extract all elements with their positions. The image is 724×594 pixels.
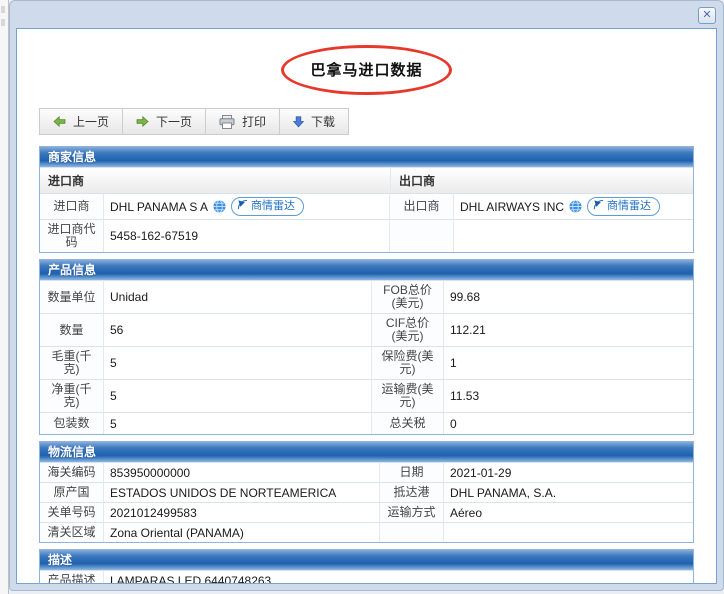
importer-group-header: 进口商 [40,167,390,193]
field-label: FOB总价(美元) [372,280,444,313]
empty-cell [390,219,454,252]
field-label: 清关区域 [40,522,104,542]
exporter-label: 出口商 [390,193,454,219]
field-value: 56 [104,313,372,346]
field-value: Zona Oriental (PANAMA) [104,522,380,542]
download-button[interactable]: 下载 [280,109,348,134]
badge-label: 商情雷达 [607,200,651,213]
field-label: 保险费(美元) [372,346,444,379]
field-label: 数量单位 [40,280,104,313]
field-value: 5 [104,412,372,434]
field-value [444,522,693,542]
importer-code-label: 进口商代码 [40,219,104,252]
prev-page-label: 上一页 [73,113,109,130]
dialog-content: 巴拿马进口数据 上一页 下一页 打印 [16,28,717,584]
empty-cell [454,219,693,252]
section-product: 产品信息 数量单位 Unidad FOB总价(美元) 99.68 数量 56 C… [39,259,694,435]
business-radar-badge[interactable]: 商情雷达 [231,197,304,216]
printer-icon [219,115,235,129]
field-value: 2021-01-29 [444,462,693,482]
importer-value-cell: DHL PANAMA S A 商情雷达 [104,193,390,219]
field-label: 海关编码 [40,462,104,482]
radar-icon [593,199,604,214]
import-data-dialog: ✕ 巴拿马进口数据 上一页 下一页 [9,0,724,591]
field-label: 运输方式 [380,502,444,522]
radar-icon [237,199,248,214]
print-button[interactable]: 打印 [206,109,280,134]
field-value: 1 [444,346,693,379]
exporter-name: DHL AIRWAYS INC [460,200,564,214]
arrow-left-icon [53,116,66,127]
section-header-description: 描述 [40,550,693,570]
section-header-logistics: 物流信息 [40,442,693,462]
field-label: 原产国 [40,482,104,502]
exporter-group-header: 出口商 [390,167,693,193]
field-label: 包装数 [40,412,104,434]
field-value: 5 [104,379,372,412]
field-value: ESTADOS UNIDOS DE NORTEAMERICA [104,482,380,502]
field-label: CIF总价(美元) [372,313,444,346]
next-page-button[interactable]: 下一页 [123,109,206,134]
field-label: 数量 [40,313,104,346]
globe-icon[interactable] [569,200,582,213]
red-highlight-ellipse: 巴拿马进口数据 [281,45,451,95]
field-value: 853950000000 [104,462,380,482]
field-label: 抵达港 [380,482,444,502]
section-logistics: 物流信息 海关编码 853950000000 日期 2021-01-29 原产国… [39,441,694,543]
product-table: 数量单位 Unidad FOB总价(美元) 99.68 数量 56 CIF总价(… [40,280,693,434]
badge-label: 商情雷达 [251,200,295,213]
field-label [380,522,444,542]
background-page-edge [0,0,9,594]
field-value: 112.21 [444,313,693,346]
importer-name: DHL PANAMA S A [110,200,208,214]
toolbar: 上一页 下一页 打印 下载 [39,108,349,135]
logistics-table: 海关编码 853950000000 日期 2021-01-29 原产国 ESTA… [40,462,693,542]
field-label: 产品描述 [40,570,104,584]
field-value: 11.53 [444,379,693,412]
download-label: 下载 [311,113,335,130]
field-label: 关单号码 [40,502,104,522]
close-icon[interactable]: ✕ [698,7,716,24]
globe-icon[interactable] [213,200,226,213]
field-value: 0 [444,412,693,434]
field-value: Aéreo [444,502,693,522]
field-label: 净重(千克) [40,379,104,412]
field-value: DHL PANAMA, S.A. [444,482,693,502]
field-value: 5 [104,346,372,379]
section-header-product: 产品信息 [40,260,693,280]
prev-page-button[interactable]: 上一页 [40,109,123,134]
exporter-value-cell: DHL AIRWAYS INC 商情雷达 [454,193,693,219]
sections: 商家信息 进口商 出口商 进口商 DHL PANAMA S A [39,146,694,584]
title-row: 巴拿马进口数据 [17,45,716,95]
description-table: 产品描述 LAMPARAS LED 6440748263 编码描述 [40,570,693,584]
next-page-label: 下一页 [156,113,192,130]
field-value: 2021012499583 [104,502,380,522]
importer-label: 进口商 [40,193,104,219]
field-value: LAMPARAS LED 6440748263 [104,570,693,584]
field-value: Unidad [104,280,372,313]
merchant-table: 进口商 出口商 进口商 DHL PANAMA S A 商情雷达 [40,167,693,252]
field-value: 99.68 [444,280,693,313]
arrow-right-icon [136,116,149,127]
importer-code-value: 5458-162-67519 [104,219,390,252]
field-label: 运输费(美元) [372,379,444,412]
section-description: 描述 产品描述 LAMPARAS LED 6440748263 编码描述 [39,549,694,584]
field-label: 总关税 [372,412,444,434]
section-merchant: 商家信息 进口商 出口商 进口商 DHL PANAMA S A [39,146,694,253]
field-label: 毛重(千克) [40,346,104,379]
print-label: 打印 [242,113,266,130]
page-title: 巴拿马进口数据 [310,62,422,79]
section-header-merchant: 商家信息 [40,147,693,167]
download-arrow-icon [293,116,304,128]
business-radar-badge[interactable]: 商情雷达 [587,197,660,216]
field-label: 日期 [380,462,444,482]
